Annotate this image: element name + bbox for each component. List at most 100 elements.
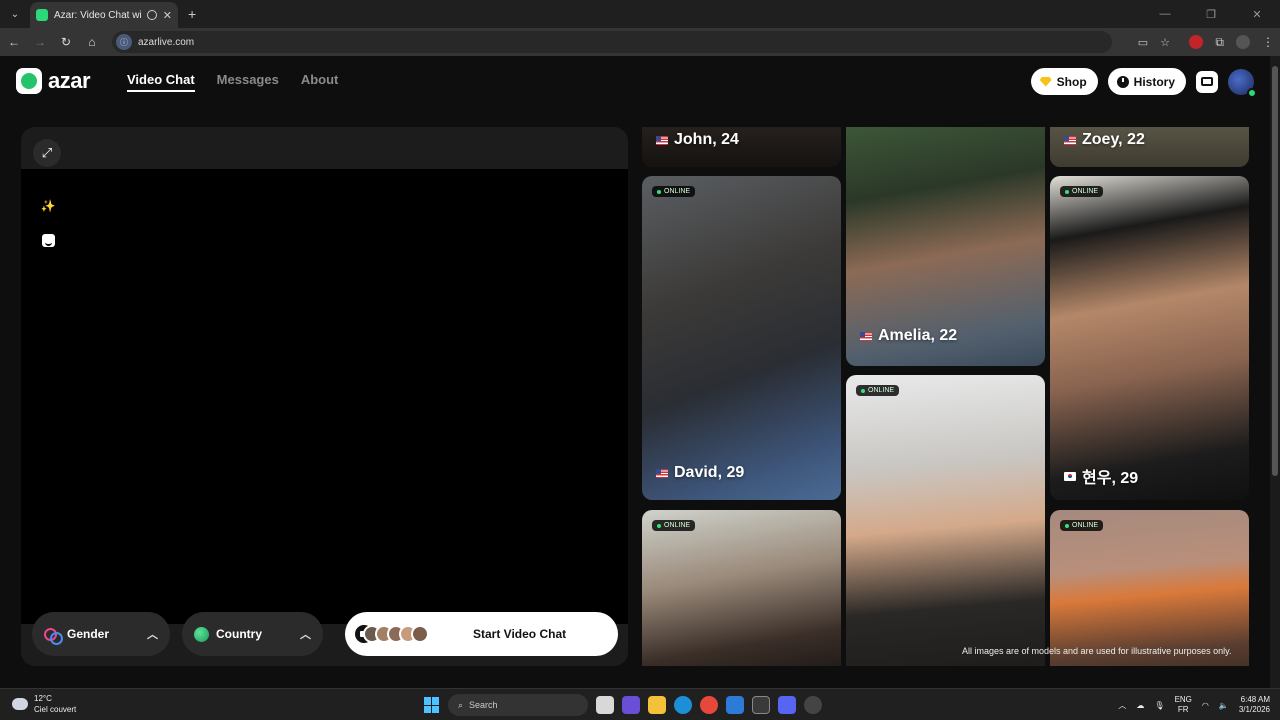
azar-logo-icon (16, 68, 42, 94)
system-tray: ︿ ☁ 🎙 ENG FR ◠ 🔈 6:48 AM 3/1/2026 (1118, 693, 1270, 717)
tab-close-icon[interactable]: ✕ (163, 9, 172, 22)
profile-name: Amelia, 22 (860, 327, 957, 345)
globe-icon (194, 626, 209, 642)
cast-icon[interactable]: ▭ (1138, 36, 1148, 49)
app-icon[interactable] (804, 696, 822, 714)
restore-button[interactable]: ❐ (1188, 0, 1234, 28)
browser-tab[interactable]: Azar: Video Chat with New ✕ (30, 2, 178, 28)
microphone-icon[interactable]: 🎙 (1154, 701, 1164, 710)
profile-card[interactable]: Amelia, 22 (846, 127, 1045, 366)
profile-card[interactable]: ONLINE (642, 510, 841, 666)
mail-icon[interactable] (726, 696, 744, 714)
site-info-icon[interactable]: ⓘ (116, 34, 132, 50)
profile-card[interactable]: ONLINE 현우, 29 (1050, 176, 1249, 500)
clock-icon (1116, 75, 1129, 88)
azar-logo[interactable]: azar (16, 68, 91, 94)
tray-chevron-icon[interactable]: ︿ (1118, 700, 1126, 711)
tab-search-button[interactable]: ⌄ (4, 4, 26, 24)
volume-icon[interactable]: 🔈 (1219, 701, 1229, 710)
address-bar[interactable]: ⓘ azarlive.com (112, 31, 1112, 53)
extension-icon[interactable] (1189, 35, 1204, 49)
weather-widget[interactable]: 12°C Ciel couvert (12, 693, 76, 715)
browser-menu-icon[interactable]: ⋮ (1262, 35, 1274, 49)
main-nav: Video Chat Messages About (127, 72, 338, 92)
illustrative-disclaimer: All images are of models and are used fo… (962, 646, 1232, 656)
online-badge: ONLINE (1060, 186, 1104, 197)
start-video-chat-label: Start Video Chat (473, 627, 567, 641)
face-filter-button[interactable] (39, 231, 57, 249)
chrome-icon[interactable] (700, 696, 718, 714)
nav-messages[interactable]: Messages (217, 72, 279, 92)
language-indicator[interactable]: ENG FR (1175, 695, 1192, 715)
search-label: Search (469, 700, 498, 710)
online-badge: ONLINE (652, 520, 696, 531)
profile-card[interactable]: John, 24 (642, 127, 841, 167)
tab-title: Azar: Video Chat with New (54, 9, 141, 21)
gem-icon (1039, 76, 1052, 87)
region: FR (1177, 705, 1189, 714)
start-video-chat-button[interactable]: Start Video Chat (345, 612, 618, 656)
profile-card[interactable]: Zoey, 22 (1050, 127, 1249, 167)
weather-condition: Ciel couvert (34, 705, 77, 714)
discord-icon[interactable] (778, 696, 796, 714)
reload-button[interactable]: ↻ (54, 30, 78, 54)
face-icon (41, 233, 55, 247)
avatar-status-badge (1247, 87, 1257, 98)
online-badge: ONLINE (856, 385, 900, 396)
us-flag-icon (860, 331, 872, 341)
audio-indicator-icon[interactable] (146, 10, 157, 20)
profile-icon[interactable] (1236, 35, 1250, 49)
wifi-icon[interactable]: ◠ (1202, 701, 1209, 710)
windows-start-icon[interactable] (424, 697, 440, 713)
online-label: ONLINE (868, 387, 895, 394)
nav-video-chat[interactable]: Video Chat (127, 72, 195, 92)
profile-gallery: John, 24 ONLINE David, 29 ONLINE Amelia, (642, 127, 1249, 666)
magic-wand-icon[interactable]: ✨ (39, 197, 57, 215)
taskbar-search[interactable]: ⌕ Search (448, 694, 588, 716)
shop-button[interactable]: Shop (1030, 68, 1098, 95)
nav-about[interactable]: About (301, 72, 339, 92)
store-icon[interactable] (752, 696, 770, 714)
bookmark-star-icon[interactable]: ☆ (1160, 36, 1170, 49)
edge-icon[interactable] (674, 696, 692, 714)
profile-card[interactable]: ONLINE David, 29 (642, 176, 841, 500)
temperature: 12°C (34, 694, 52, 703)
widgets-app-icon[interactable] (622, 696, 640, 714)
country-filter-button[interactable]: Country ︿ (182, 612, 323, 656)
onedrive-icon[interactable]: ☁ (1136, 701, 1144, 710)
history-button[interactable]: History (1107, 68, 1186, 95)
user-avatar[interactable] (1228, 68, 1257, 98)
clock[interactable]: 6:48 AM 3/1/2026 (1239, 695, 1270, 715)
close-window-button[interactable]: ✕ (1234, 0, 1280, 28)
browser-toolbar: ← → ↻ ⌂ ⓘ azarlive.com (0, 28, 1280, 56)
taskbar-apps: ⌕ Search (424, 693, 822, 717)
inbox-button[interactable] (1196, 70, 1218, 93)
minimize-button[interactable]: — (1142, 0, 1188, 28)
profile-card[interactable]: ONLINE (1050, 510, 1249, 666)
file-explorer-icon[interactable] (648, 696, 666, 714)
forward-button[interactable]: → (28, 30, 52, 54)
page: azar Video Chat Messages About Shop Hist… (0, 56, 1280, 688)
extensions-puzzle-icon[interactable]: ⧉ (1215, 35, 1224, 50)
us-flag-icon (656, 468, 668, 478)
page-scrollbar[interactable] (1270, 56, 1280, 688)
profile-name-text: Amelia, 22 (878, 327, 958, 344)
us-flag-icon (1064, 135, 1076, 145)
profile-name: John, 24 (656, 131, 739, 149)
online-label: ONLINE (1072, 188, 1099, 195)
scrollbar-thumb[interactable] (1272, 66, 1278, 476)
gender-filter-button[interactable]: Gender ︿ (32, 612, 170, 656)
language: ENG (1174, 695, 1192, 704)
profile-card[interactable]: ONLINE (846, 375, 1045, 666)
home-button[interactable]: ⌂ (80, 30, 104, 54)
new-tab-button[interactable]: + (188, 6, 196, 22)
profile-name: David, 29 (656, 464, 744, 482)
chevron-up-icon: ︿ (147, 629, 158, 641)
task-view-icon[interactable] (596, 696, 614, 714)
video-panel: ⤢ ✨ Gender ︿ Country ︿ Start Video Chat (21, 127, 628, 666)
expand-icon[interactable]: ⤢ (33, 139, 61, 167)
back-button[interactable]: ← (2, 30, 26, 54)
gender-icon (44, 626, 63, 645)
online-label: ONLINE (664, 188, 691, 195)
avatar-stack (363, 625, 429, 643)
